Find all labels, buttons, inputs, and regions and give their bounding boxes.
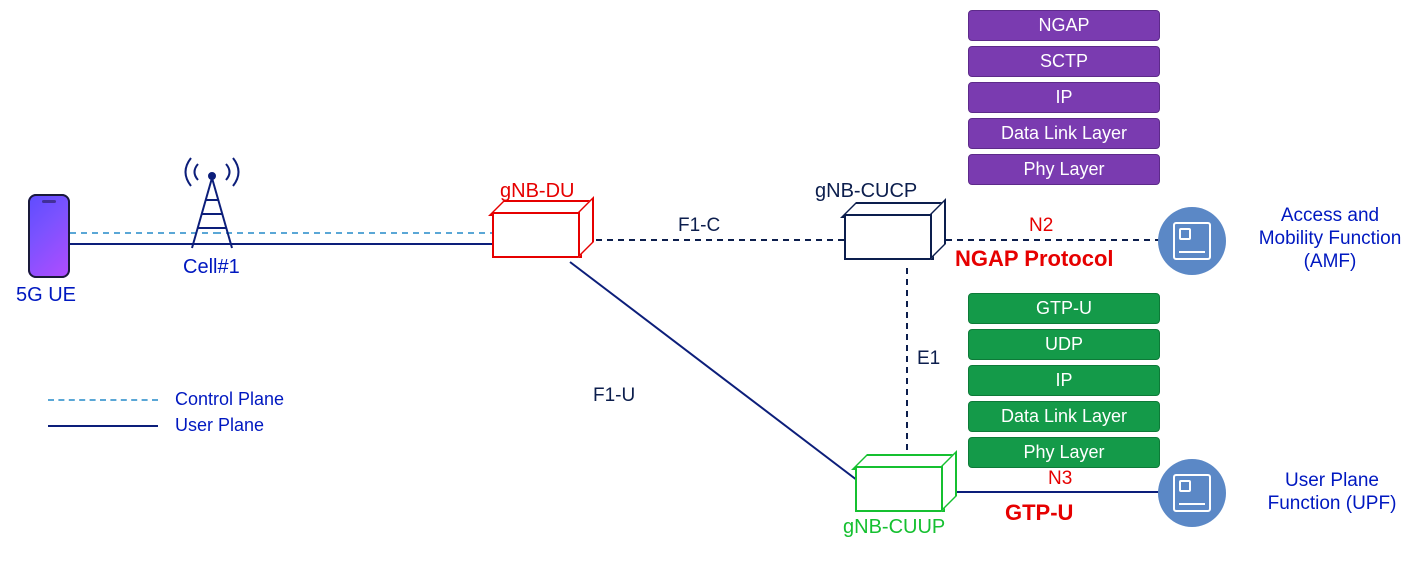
upf-label-2: Function (UPF) <box>1257 493 1407 515</box>
ue-phone-icon <box>28 194 70 278</box>
gnb-du-box <box>492 212 578 254</box>
n2-label: N2 <box>1029 215 1053 237</box>
cucp-label: gNB-CUCP <box>815 180 917 203</box>
amf-label-1: Access and <box>1250 205 1410 227</box>
upf-label-1: User Plane <box>1257 470 1407 492</box>
up-stack-0: GTP-U <box>968 293 1160 324</box>
ngap-protocol-label: NGAP Protocol <box>955 246 1114 272</box>
f1c-label: F1-C <box>678 215 720 237</box>
amf-core-icon <box>1158 207 1226 275</box>
legend-up-line <box>48 425 158 427</box>
cuup-label: gNB-CUUP <box>843 516 945 539</box>
up-stack-4: Phy Layer <box>968 437 1160 468</box>
legend-cp-label: Control Plane <box>175 389 284 410</box>
up-stack-3: Data Link Layer <box>968 401 1160 432</box>
legend-cp-line <box>48 399 158 401</box>
cell-label: Cell#1 <box>183 256 240 279</box>
f1u-label: F1-U <box>593 385 635 407</box>
amf-label-3: (AMF) <box>1250 251 1410 273</box>
gnb-cuup-box <box>855 466 941 508</box>
du-label: gNB-DU <box>500 180 574 203</box>
up-stack-1: UDP <box>968 329 1160 360</box>
gnb-cucp-box <box>844 214 930 256</box>
legend-up-label: User Plane <box>175 415 264 436</box>
cp-stack-0: NGAP <box>968 10 1160 41</box>
up-stack-2: IP <box>968 365 1160 396</box>
n3-label: N3 <box>1048 468 1072 490</box>
ue-label: 5G UE <box>16 284 76 307</box>
gtpu-protocol-label: GTP-U <box>1005 500 1073 526</box>
cp-stack-1: SCTP <box>968 46 1160 77</box>
upf-core-icon <box>1158 459 1226 527</box>
cp-stack-3: Data Link Layer <box>968 118 1160 149</box>
e1-label: E1 <box>917 348 940 370</box>
amf-label-2: Mobility Function <box>1250 228 1410 250</box>
cp-stack-2: IP <box>968 82 1160 113</box>
cp-stack-4: Phy Layer <box>968 154 1160 185</box>
